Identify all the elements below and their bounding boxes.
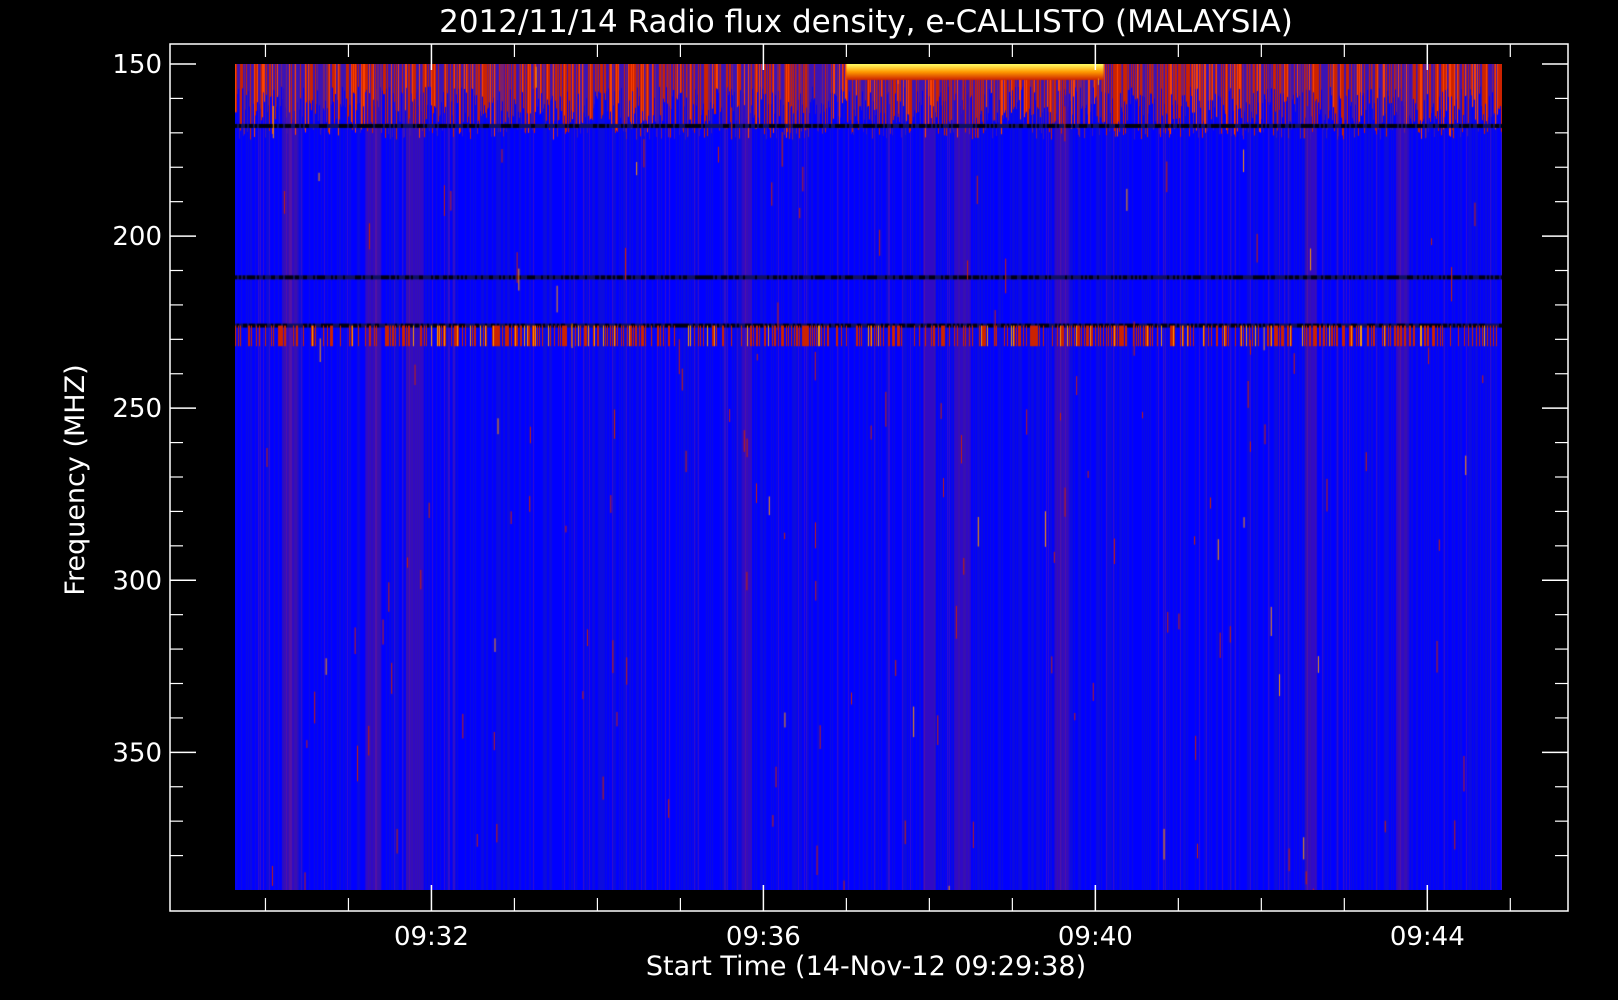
y-tick-label: 250: [112, 394, 162, 424]
chart-title: 2012/11/14 Radio flux density, e-CALLIST…: [439, 4, 1293, 40]
spectrogram-image: [235, 64, 1502, 890]
y-axis-label: Frequency (MHZ): [60, 364, 91, 595]
x-tick-label: 09:40: [1058, 922, 1133, 952]
x-tick-label: 09:32: [394, 922, 469, 952]
y-tick-label: 350: [112, 738, 162, 768]
x-tick-label: 09:36: [726, 922, 801, 952]
spectrogram-figure: 2012/11/14 Radio flux density, e-CALLIST…: [0, 0, 1618, 1000]
x-tick-label: 09:44: [1390, 922, 1465, 952]
spectrogram-plot: [235, 64, 1502, 890]
y-tick-label: 300: [112, 566, 162, 596]
y-tick-label: 200: [112, 222, 162, 252]
x-axis-label: Start Time (14-Nov-12 09:29:38): [646, 951, 1086, 982]
y-tick-label: 150: [112, 50, 162, 80]
